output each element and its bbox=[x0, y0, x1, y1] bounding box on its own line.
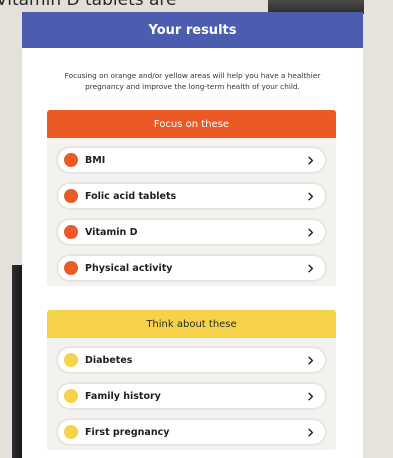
list-item-label: Folic acid tablets bbox=[85, 190, 177, 202]
list-item-label: Vitamin D bbox=[85, 226, 138, 238]
list-item-folic-acid-tablets[interactable]: Folic acid tablets bbox=[58, 184, 325, 208]
focus-section-header: Focus on these bbox=[47, 110, 336, 138]
list-item-bmi[interactable]: BMI bbox=[58, 148, 325, 172]
list-item-diabetes[interactable]: Diabetes bbox=[58, 348, 325, 372]
yellow-dot-icon bbox=[64, 353, 78, 367]
chevron-right-icon bbox=[302, 424, 319, 441]
chevron-right-icon bbox=[302, 260, 319, 277]
list-item-label: First pregnancy bbox=[85, 426, 170, 438]
list-item-label: Family history bbox=[85, 390, 161, 402]
chevron-right-icon bbox=[302, 352, 319, 369]
orange-dot-icon bbox=[64, 225, 78, 239]
think-section: Think about these Diabetes Family histor… bbox=[47, 310, 336, 450]
yellow-dot-icon bbox=[64, 389, 78, 403]
yellow-dot-icon bbox=[64, 425, 78, 439]
page-title: Your results bbox=[148, 22, 237, 38]
orange-dot-icon bbox=[64, 261, 78, 275]
list-item-vitamin-d[interactable]: Vitamin D bbox=[58, 220, 325, 244]
list-item-label: Physical activity bbox=[85, 262, 173, 274]
chevron-right-icon bbox=[302, 224, 319, 241]
list-item-family-history[interactable]: Family history bbox=[58, 384, 325, 408]
focus-section: Focus on these BMI Folic acid tablets Vi… bbox=[47, 110, 336, 286]
intro-text: Focusing on orange and/or yellow areas w… bbox=[64, 71, 321, 91]
list-item-physical-activity[interactable]: Physical activity bbox=[58, 256, 325, 280]
orange-dot-icon bbox=[64, 189, 78, 203]
background-right bbox=[363, 0, 393, 458]
list-item-label: Diabetes bbox=[85, 354, 133, 366]
think-section-header: Think about these bbox=[47, 310, 336, 338]
list-item-first-pregnancy[interactable]: First pregnancy bbox=[58, 420, 325, 444]
chevron-right-icon bbox=[302, 188, 319, 205]
chevron-right-icon bbox=[302, 152, 319, 169]
chevron-right-icon bbox=[302, 388, 319, 405]
background-caption: Vitamin D tablets are bbox=[0, 0, 177, 10]
orange-dot-icon bbox=[64, 153, 78, 167]
list-item-label: BMI bbox=[85, 154, 106, 166]
results-screen: Your results Focusing on orange and/or y… bbox=[22, 12, 363, 458]
header-bar: Your results bbox=[22, 12, 363, 48]
